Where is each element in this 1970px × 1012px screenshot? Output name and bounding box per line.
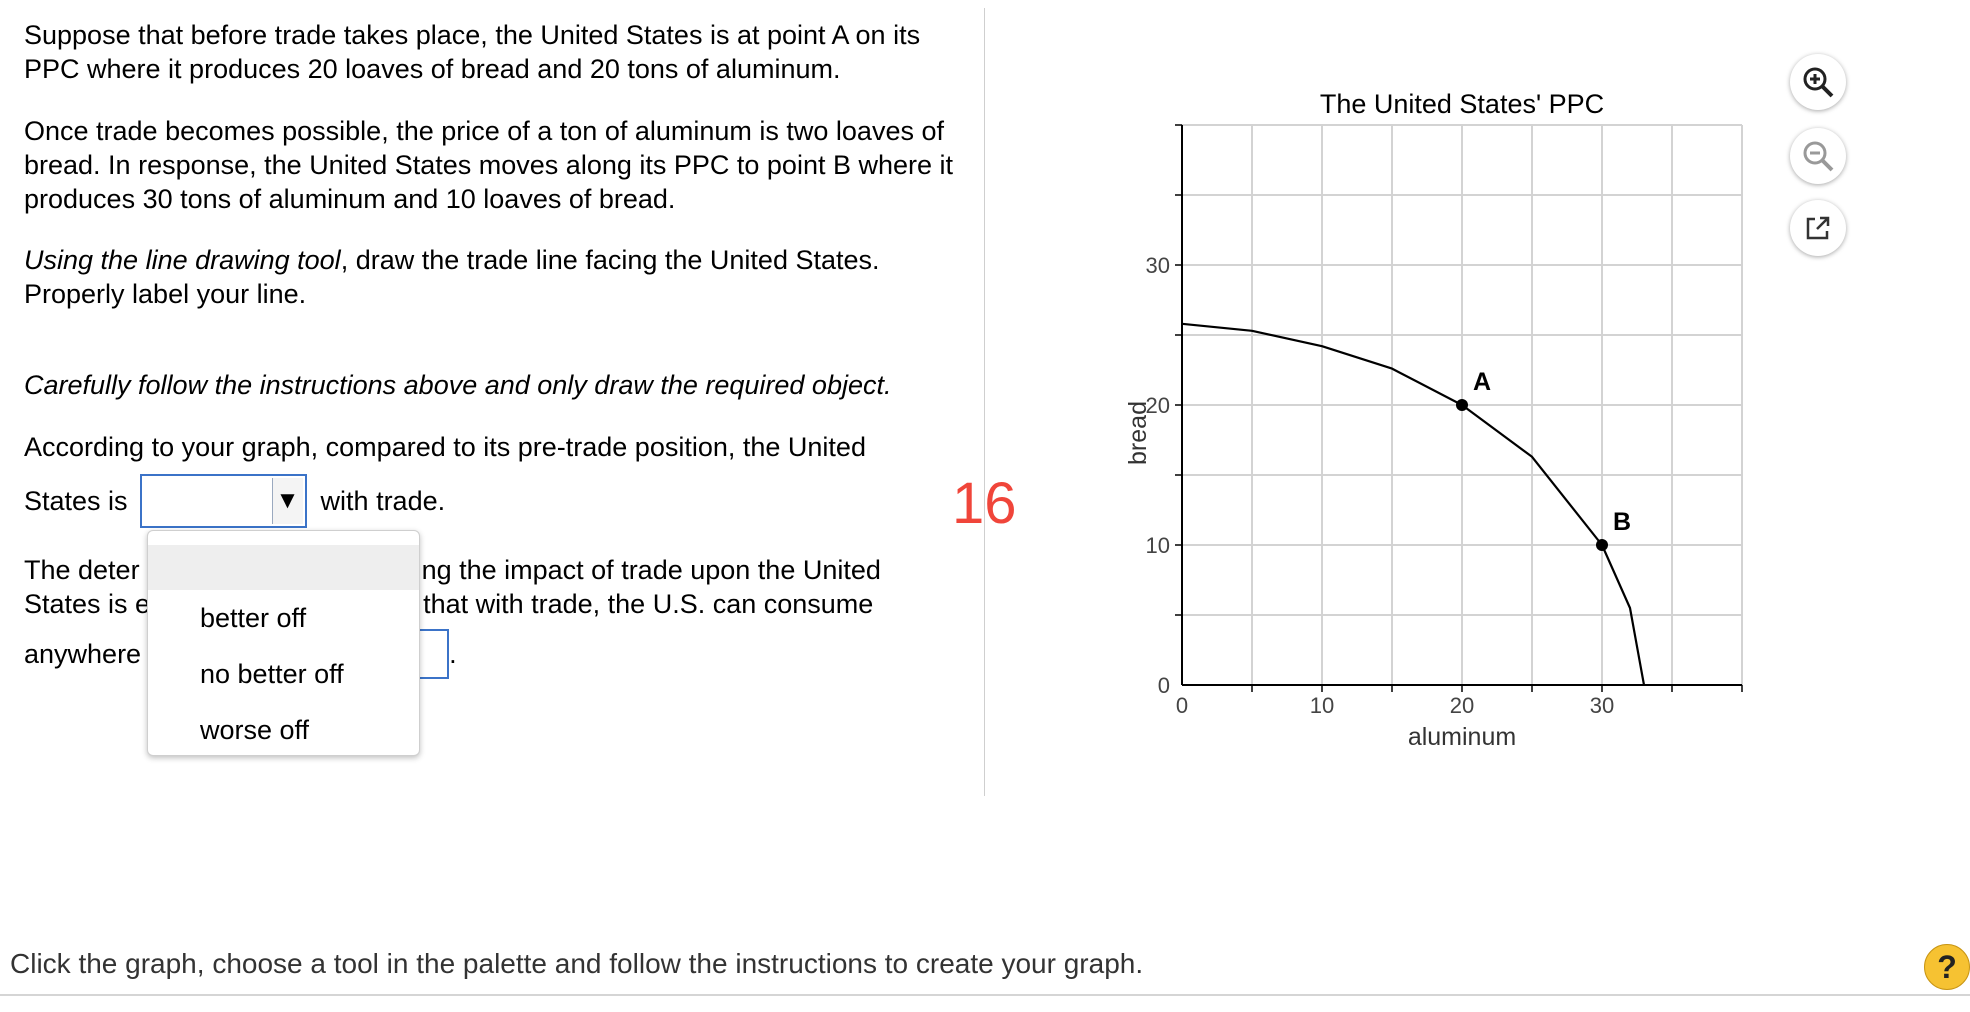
zoom-in-button[interactable]: [1790, 54, 1846, 110]
question-2-line-2-right: that with trade, the U.S. can consume: [423, 589, 874, 619]
question-2-period: .: [449, 639, 457, 669]
help-button[interactable]: ?: [1924, 944, 1970, 990]
question-2-line-1-right: ling the impact of trade upon the United: [409, 555, 881, 585]
option-better-off[interactable]: better off: [148, 590, 419, 646]
option-no-better-off[interactable]: no better off: [148, 646, 419, 702]
better-off-select[interactable]: ▼: [139, 474, 307, 528]
trade-text: Once trade becomes possible, the price o…: [24, 116, 954, 214]
trade-paragraph: Once trade becomes possible, the price o…: [24, 114, 954, 216]
question-1: According to your graph, compared to its…: [24, 430, 954, 528]
footer-divider: [0, 994, 1970, 996]
dropdown-menu: better off no better off worse off: [147, 530, 420, 756]
point-b-marker: [1596, 539, 1608, 551]
zoom-out-icon: [1803, 141, 1834, 172]
ppc-graph[interactable]: 0 10 20 300102030The United States' PPCalum…: [1090, 80, 1770, 760]
question-1-suffix: with trade.: [320, 486, 446, 516]
dropdown-blank-option[interactable]: [148, 545, 419, 590]
instruction-italic: Using the line drawing tool: [24, 245, 341, 275]
question-2-line-1-left: The deter: [24, 555, 140, 585]
popout-icon: [1806, 216, 1830, 240]
chart-title: The United States' PPC: [1320, 89, 1604, 119]
panel-divider: [984, 8, 985, 796]
x-tick-label: 0: [1176, 693, 1188, 718]
x-tick-label: 10: [1310, 693, 1334, 718]
y-tick-label: 30: [1146, 253, 1170, 278]
point-b-label: B: [1613, 508, 1631, 536]
option-worse-off[interactable]: worse off: [148, 702, 419, 758]
popout-button[interactable]: [1790, 200, 1846, 256]
zoom-in-icon: [1803, 67, 1834, 98]
intro-paragraph: Suppose that before trade takes place, t…: [24, 18, 954, 86]
step-badge: 16: [952, 471, 1017, 536]
instruction-paragraph: Using the line drawing tool, draw the tr…: [24, 243, 954, 311]
footer-instruction: Click the graph, choose a tool in the pa…: [10, 948, 1144, 979]
point-a-label: A: [1473, 368, 1491, 396]
question-1-line-1: According to your graph, compared to its…: [24, 432, 866, 462]
intro-text: Suppose that before trade takes place, t…: [24, 20, 921, 84]
question-2-line-2-left: States is e: [24, 589, 151, 619]
x-axis-label: aluminum: [1408, 723, 1516, 751]
dropdown-arrow-icon[interactable]: ▼: [271, 478, 303, 524]
x-tick-label: 30: [1590, 693, 1614, 718]
question-2-line-3-left: anywhere: [24, 639, 142, 669]
x-tick-label: 20: [1450, 693, 1474, 718]
y-tick-label: 0: [1158, 673, 1170, 698]
point-a-marker: [1456, 399, 1468, 411]
question-1-prefix: States is: [24, 486, 128, 516]
caution-text: Carefully follow the instructions above …: [24, 370, 892, 400]
zoom-out-button[interactable]: [1790, 128, 1846, 184]
y-axis-label: bread: [1124, 401, 1152, 465]
y-tick-label: 10: [1146, 533, 1170, 558]
